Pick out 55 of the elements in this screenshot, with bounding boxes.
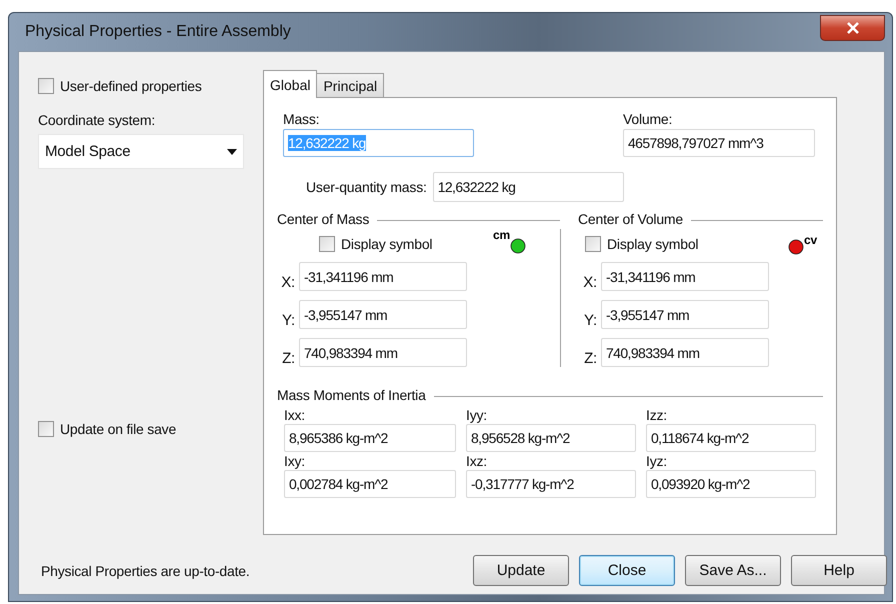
checkbox-label: Display symbol — [607, 236, 698, 252]
coordinate-dropdown[interactable]: Model Space — [38, 134, 244, 169]
value-field[interactable]: 740,983394 mm — [299, 338, 467, 367]
dialog-button[interactable]: Update — [473, 555, 569, 586]
value-field[interactable]: 0,002784 kg-m^2 — [284, 470, 456, 498]
close-icon — [846, 22, 860, 34]
axis-label: Y: — [281, 312, 295, 329]
value-field[interactable]: 12,632222 kg — [432, 172, 624, 202]
checkbox[interactable] — [319, 236, 335, 252]
value-field[interactable]: 0,118674 kg-m^2 — [646, 424, 816, 452]
window-title: Physical Properties - Entire Assembly — [24, 23, 291, 41]
section-title: Center of Mass — [277, 211, 370, 227]
field-label: Ixx: — [284, 407, 306, 423]
axis-label: Z: — [583, 350, 597, 367]
dialog-button[interactable]: Close — [579, 555, 675, 586]
value-field[interactable]: 8,965386 kg-m^2 — [284, 424, 456, 452]
field-label: Iyz: — [646, 453, 668, 469]
field-label: Mass: — [283, 111, 320, 127]
value-field[interactable]: 740,983394 mm — [601, 338, 769, 367]
field-label: Volume: — [623, 111, 674, 127]
checkbox-label: Update on file save — [60, 421, 176, 437]
dialog-button[interactable]: Save As... — [685, 555, 781, 586]
value-field[interactable]: 0,093920 kg-m^2 — [646, 470, 816, 498]
section-title: Mass Moments of Inertia — [277, 387, 426, 403]
value-field[interactable]: -31,341196 mm — [601, 262, 769, 291]
field-label: Izz: — [646, 407, 668, 423]
checkbox[interactable] — [585, 236, 601, 252]
value-field[interactable]: -0,317777 kg-m^2 — [466, 470, 636, 498]
checkbox-label: Display symbol — [341, 236, 432, 252]
checkbox[interactable] — [38, 78, 54, 94]
axis-label: X: — [582, 274, 597, 291]
value-field[interactable]: -31,341196 mm — [299, 262, 467, 291]
field-label: Iyy: — [466, 407, 488, 423]
symbol-label: cv — [804, 233, 817, 247]
value-field[interactable]: -3,955147 mm — [601, 300, 769, 329]
caret-icon — [227, 148, 237, 154]
close-window-button[interactable] — [820, 15, 885, 41]
dialog-button[interactable]: Help — [791, 555, 887, 586]
value-field[interactable]: -3,955147 mm — [299, 300, 467, 329]
section-title: Center of Volume — [578, 211, 683, 227]
checkbox-label: User-defined properties — [60, 78, 202, 94]
symbol-label: cm — [493, 228, 510, 242]
checkbox[interactable] — [38, 421, 54, 437]
axis-label: X: — [280, 274, 295, 291]
field-label: User-quantity mass: — [306, 179, 427, 195]
field-label: Coordinate system: — [38, 112, 156, 128]
tab[interactable]: Global — [263, 70, 318, 98]
status-text: Physical Properties are up-to-date. — [41, 562, 251, 578]
axis-label: Z: — [281, 350, 295, 367]
tab[interactable]: Principal — [316, 73, 384, 97]
field-label: Ixz: — [466, 453, 488, 469]
field-label: Ixy: — [284, 453, 306, 469]
volume-field[interactable]: 4657898,797027 mm^3 — [623, 129, 815, 157]
axis-label: Y: — [583, 312, 597, 329]
value-field[interactable]: 8,956528 kg-m^2 — [466, 424, 636, 452]
